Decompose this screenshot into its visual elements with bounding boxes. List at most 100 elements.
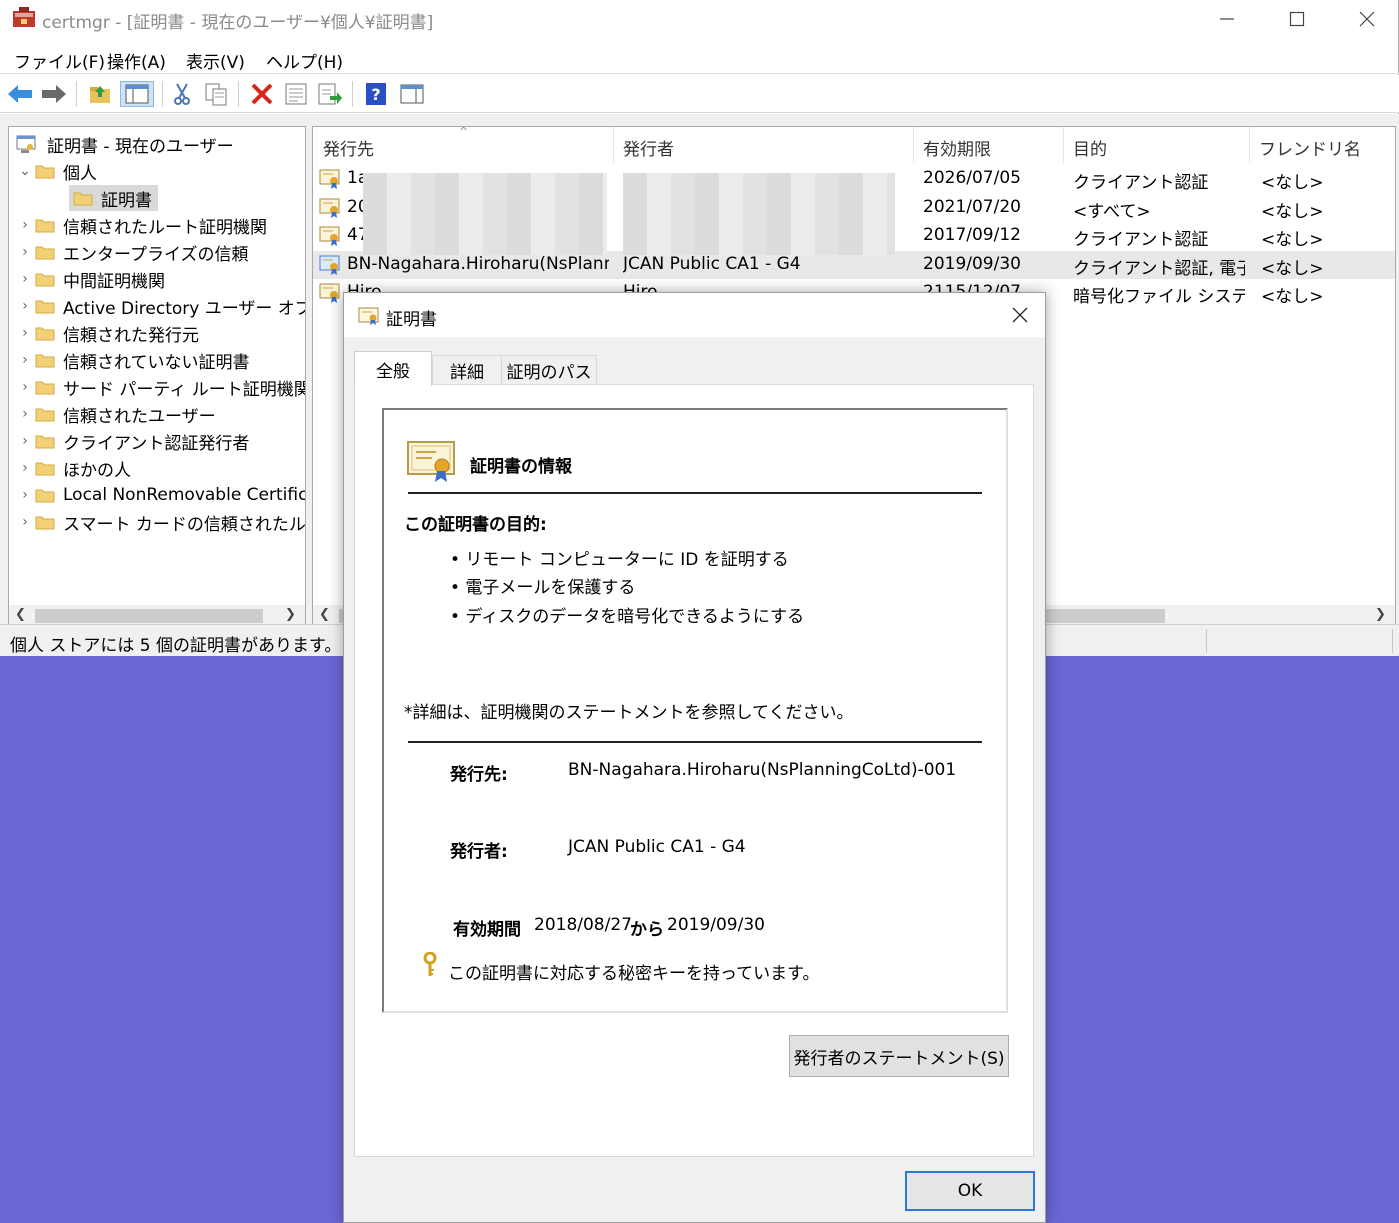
- ok-button[interactable]: OK: [905, 1171, 1035, 1211]
- menu-file[interactable]: ファイル(F): [14, 48, 105, 73]
- issued-by-value: JCAN Public CA1 - G4: [568, 837, 746, 857]
- up-folder-button[interactable]: [86, 81, 114, 107]
- properties-button[interactable]: [282, 81, 310, 107]
- chevron-right-icon[interactable]: ›: [15, 244, 35, 260]
- menu-view[interactable]: 表示(V): [186, 48, 245, 73]
- minimize-button[interactable]: [1192, 0, 1262, 38]
- column-header-issued-to[interactable]: 発行先: [323, 135, 374, 160]
- tree-item[interactable]: › サード パーティ ルート証明機関: [15, 374, 306, 400]
- scroll-left-arrow-icon[interactable]: ❮: [15, 607, 26, 622]
- tree-item[interactable]: › エンタープライズの信頼: [15, 239, 248, 265]
- redacted-issued-to: [363, 173, 607, 255]
- tree-item[interactable]: › Active Directory ユーザー オブジェクト: [15, 293, 305, 319]
- maximize-button[interactable]: [1262, 0, 1332, 38]
- general-tab-panel: 証明書の情報 この証明書の目的: • リモート コンピューターに ID を証明す…: [354, 384, 1034, 1157]
- cell-purpose: クライアント認証: [1073, 173, 1209, 193]
- folder-icon: [35, 271, 55, 287]
- chevron-right-icon[interactable]: ›: [15, 487, 35, 503]
- menu-help[interactable]: ヘルプ(H): [266, 48, 343, 73]
- divider: [408, 492, 982, 494]
- tree-item[interactable]: › クライアント認証発行者: [15, 428, 249, 454]
- tree-item[interactable]: › 信頼されたルート証明機関: [15, 212, 267, 238]
- issuer-statement-button[interactable]: 発行者のステートメント(S): [789, 1035, 1009, 1077]
- folder-icon: [35, 487, 55, 503]
- cut-button[interactable]: [168, 81, 196, 107]
- tab-general[interactable]: 全般: [354, 351, 432, 386]
- tree-item-label: 証明書: [101, 190, 152, 211]
- chevron-right-icon[interactable]: ›: [15, 271, 35, 287]
- certificate-info-box: 証明書の情報 この証明書の目的: • リモート コンピューターに ID を証明す…: [382, 408, 1008, 1013]
- validity-separator: から: [630, 920, 664, 940]
- cell-purpose: 暗号化ファイル システム: [1073, 287, 1245, 307]
- folder-icon: [35, 379, 55, 395]
- help-button[interactable]: ?: [362, 81, 390, 107]
- export-list-button[interactable]: [316, 81, 344, 107]
- tree-item-label: エンタープライズの信頼: [63, 244, 249, 265]
- tree-item-label: 信頼されたルート証明機関: [63, 217, 267, 238]
- tree-item[interactable]: › 信頼された発行元: [15, 320, 199, 346]
- tree-root[interactable]: 証明書 - 現在のユーザー: [15, 131, 234, 157]
- certificate-icon: [358, 306, 380, 326]
- chevron-right-icon[interactable]: ›: [15, 514, 35, 530]
- chevron-right-icon[interactable]: ›: [15, 298, 35, 314]
- scroll-right-arrow-icon[interactable]: ❯: [285, 607, 296, 622]
- tree-item-label: サード パーティ ルート証明機関: [63, 379, 306, 400]
- console-tree: 証明書 - 現在のユーザー ⌄ 個人 証明書 › 信頼されたルート証明機関 › エンタ…: [8, 126, 306, 628]
- help-question-icon: ?: [366, 83, 386, 105]
- tree-item-certificates-selected[interactable]: 証明書: [69, 185, 158, 211]
- tree-item[interactable]: › 信頼されたユーザー: [15, 401, 215, 427]
- column-header-expiration[interactable]: 有効期限: [923, 135, 991, 160]
- scroll-left-arrow-icon[interactable]: ❮: [319, 607, 330, 622]
- show-action-pane-button[interactable]: [398, 81, 426, 107]
- chevron-right-icon[interactable]: ›: [15, 460, 35, 476]
- column-header-friendly-name[interactable]: フレンドリ名: [1259, 135, 1361, 160]
- tree-item[interactable]: › Local NonRemovable Certificates: [15, 482, 305, 508]
- menu-action[interactable]: 操作(A): [107, 48, 166, 73]
- folder-up-icon: [90, 86, 110, 103]
- tree-item[interactable]: › ほかの人: [15, 455, 131, 481]
- tree-item-personal[interactable]: ⌄ 個人: [15, 158, 97, 184]
- certificate-icon: [319, 167, 343, 191]
- chevron-right-icon[interactable]: ›: [15, 379, 35, 395]
- folder-icon: [35, 460, 55, 476]
- tree-item[interactable]: › スマート カードの信頼されたルート: [15, 509, 305, 535]
- column-header-issued-by[interactable]: 発行者: [623, 135, 674, 160]
- tree-item-label: ほかの人: [63, 460, 131, 481]
- back-button[interactable]: [6, 81, 34, 107]
- chevron-right-icon[interactable]: ›: [15, 433, 35, 449]
- tab-details[interactable]: 詳細: [432, 355, 502, 385]
- certificate-icon: [319, 253, 343, 277]
- dialog-close-button[interactable]: [1000, 299, 1040, 331]
- valid-from: 2018/08/27: [534, 915, 632, 935]
- scroll-thumb[interactable]: [35, 609, 263, 623]
- chevron-right-icon[interactable]: ›: [15, 325, 35, 341]
- copy-button[interactable]: [202, 81, 230, 107]
- key-icon: [422, 951, 438, 978]
- sort-caret-icon: ^: [459, 126, 469, 138]
- chevron-right-icon[interactable]: ›: [15, 352, 35, 368]
- purpose-item: • 電子メールを保護する: [450, 578, 636, 598]
- certificate-icon: [319, 281, 343, 305]
- cell-issued-by: JCAN Public CA1 - G4: [623, 253, 801, 274]
- forward-button[interactable]: [40, 81, 68, 107]
- tree-item-label: 個人: [63, 163, 97, 184]
- issued-by-label: 発行者:: [450, 842, 508, 862]
- close-icon: [1012, 307, 1028, 323]
- close-button[interactable]: [1332, 0, 1399, 38]
- delete-button[interactable]: [248, 81, 276, 107]
- tab-certification-path[interactable]: 証明のパス: [501, 355, 597, 385]
- scroll-right-arrow-icon[interactable]: ❯: [1375, 607, 1386, 622]
- chevron-down-icon[interactable]: ⌄: [15, 163, 35, 179]
- column-header-purpose[interactable]: 目的: [1073, 135, 1107, 160]
- tree-item[interactable]: › 中間証明機関: [15, 266, 165, 292]
- chevron-right-icon[interactable]: ›: [15, 406, 35, 422]
- cell-purpose: クライアント認証, 電子...: [1073, 258, 1245, 279]
- issued-to-label: 発行先:: [450, 765, 508, 785]
- certificate-icon: [406, 438, 458, 484]
- forward-arrow-icon: [42, 85, 66, 103]
- certmgr-app-icon: [12, 7, 36, 29]
- certificate-icon: [319, 196, 343, 220]
- show-hide-tree-button[interactable]: [120, 81, 154, 107]
- chevron-right-icon[interactable]: ›: [15, 217, 35, 233]
- tree-item[interactable]: › 信頼されていない証明書: [15, 347, 249, 373]
